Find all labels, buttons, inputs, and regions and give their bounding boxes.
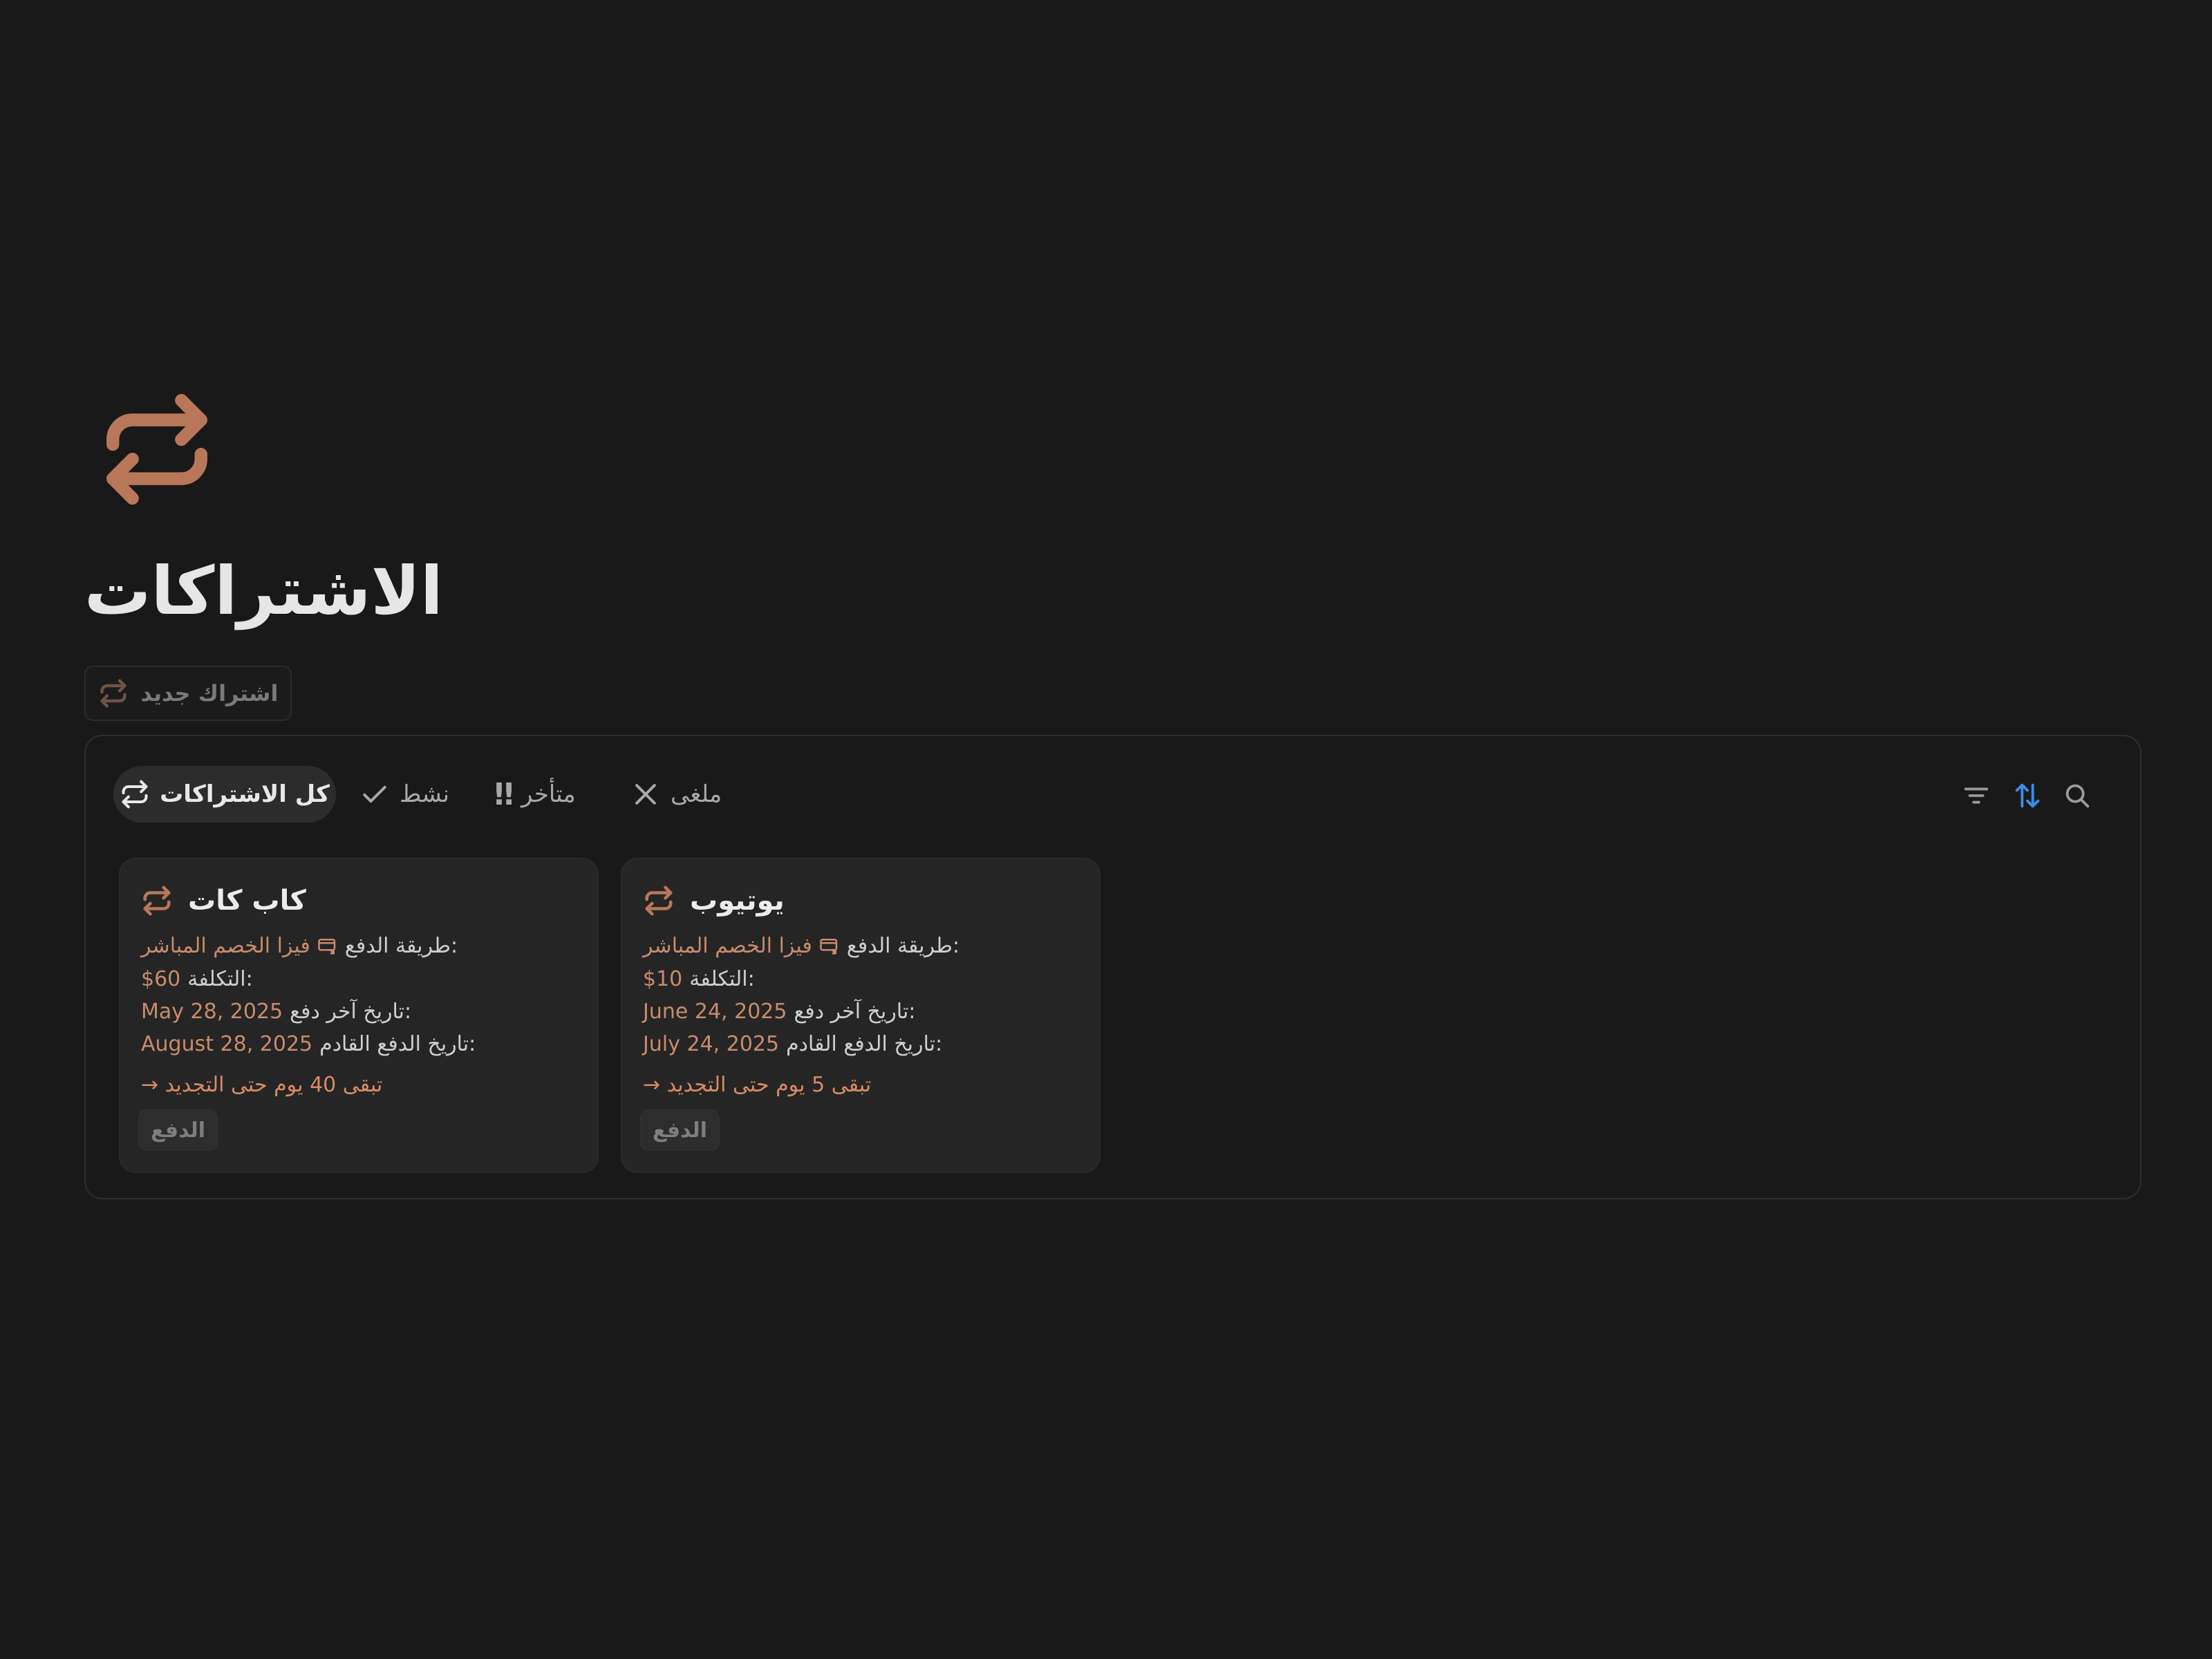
cost-value: $60 — [141, 966, 181, 991]
tab-all-subscriptions[interactable]: كل الاشتراكات — [113, 766, 336, 823]
new-subscription-button[interactable]: اشتراك جديد — [84, 666, 292, 721]
next-payment-row: August 28, 2025 تاريخ الدفع القادم: — [141, 1028, 476, 1060]
payment-method-row: فيزا الخصم المباشر طريقة الدفع: — [141, 930, 458, 962]
card-name: كاب كات — [188, 885, 306, 917]
payment-method-label: طريقة الدفع: — [846, 933, 960, 958]
cost-row: $10 التكلفة: — [643, 963, 755, 995]
cost-label: التكلفة: — [187, 966, 253, 991]
double-exclamation-icon: !! — [492, 776, 516, 812]
card-name: يوتيوب — [690, 885, 785, 917]
payment-method-label: طريقة الدفع: — [344, 933, 458, 958]
page-repeat-icon — [98, 387, 216, 512]
payment-method-value[interactable]: فيزا الخصم المباشر — [643, 934, 812, 958]
next-payment-row: July 24, 2025 تاريخ الدفع القادم: — [643, 1028, 942, 1060]
repeat-arrows-icon — [122, 780, 148, 809]
payment-method-row: فيزا الخصم المباشر طريقة الدفع: — [643, 930, 959, 962]
last-payment-label: تاريخ آخر دفع: — [290, 999, 412, 1024]
renewal-note-text: → تبقى 40 يوم حتى التجديد — [141, 1072, 383, 1097]
last-payment-value: June 24, 2025 — [643, 999, 787, 1024]
tab-label: كل الاشتراكات — [160, 780, 330, 808]
payment-method-value[interactable]: فيزا الخصم المباشر — [141, 934, 310, 958]
search-icon[interactable] — [2061, 780, 2093, 812]
renewal-note-text: → تبقى 5 يوم حتى التجديد — [643, 1072, 872, 1097]
next-payment-label: تاريخ الدفع القادم: — [319, 1031, 476, 1056]
last-payment-row: May 28, 2025 تاريخ آخر دفع: — [141, 995, 411, 1027]
credit-card-link-icon — [820, 939, 838, 955]
next-payment-value: August 28, 2025 — [141, 1031, 313, 1056]
next-payment-label: تاريخ الدفع القادم: — [786, 1031, 943, 1056]
subscription-card[interactable]: يوتيوب فيزا الخصم المباشر طريقة الدفع: $… — [622, 859, 1099, 1172]
tab-label: نشط — [400, 780, 450, 808]
tab-late[interactable]: !! متأخر — [492, 766, 576, 823]
last-payment-row: June 24, 2025 تاريخ آخر دفع: — [643, 995, 915, 1027]
renewal-note: → تبقى 40 يوم حتى التجديد — [141, 1069, 382, 1100]
cost-label: التكلفة: — [689, 966, 755, 991]
sort-icon[interactable] — [2012, 780, 2043, 812]
repeat-arrows-icon — [645, 885, 673, 916]
tab-label: متأخر — [521, 780, 576, 808]
subscription-card[interactable]: كاب كات فيزا الخصم المباشر طريقة الدفع: … — [120, 859, 597, 1172]
cost-row: $60 التكلفة: — [141, 963, 253, 995]
credit-card-link-icon — [318, 939, 336, 955]
filter-icon[interactable] — [1960, 780, 1992, 812]
cost-value: $10 — [643, 966, 683, 991]
repeat-arrows-icon — [100, 679, 126, 708]
renewal-note: → تبقى 5 يوم حتى التجديد — [643, 1069, 871, 1100]
tab-label: ملغى — [671, 780, 722, 808]
new-subscription-label: اشتراك جديد — [140, 680, 279, 706]
last-payment-value: May 28, 2025 — [141, 999, 283, 1024]
last-payment-label: تاريخ آخر دفع: — [794, 999, 916, 1024]
tab-active[interactable]: نشط — [359, 766, 449, 823]
next-payment-value: July 24, 2025 — [643, 1031, 780, 1056]
check-icon — [363, 785, 386, 803]
pay-button[interactable]: الدفع — [641, 1111, 719, 1150]
page-title: الاشتراكات — [84, 552, 443, 630]
card-title: كاب كات — [141, 880, 306, 921]
repeat-arrows-icon — [143, 885, 171, 916]
card-title: يوتيوب — [643, 880, 785, 921]
x-icon — [635, 784, 656, 805]
tab-cancelled[interactable]: ملغى — [630, 766, 722, 823]
pay-button[interactable]: الدفع — [140, 1111, 217, 1150]
